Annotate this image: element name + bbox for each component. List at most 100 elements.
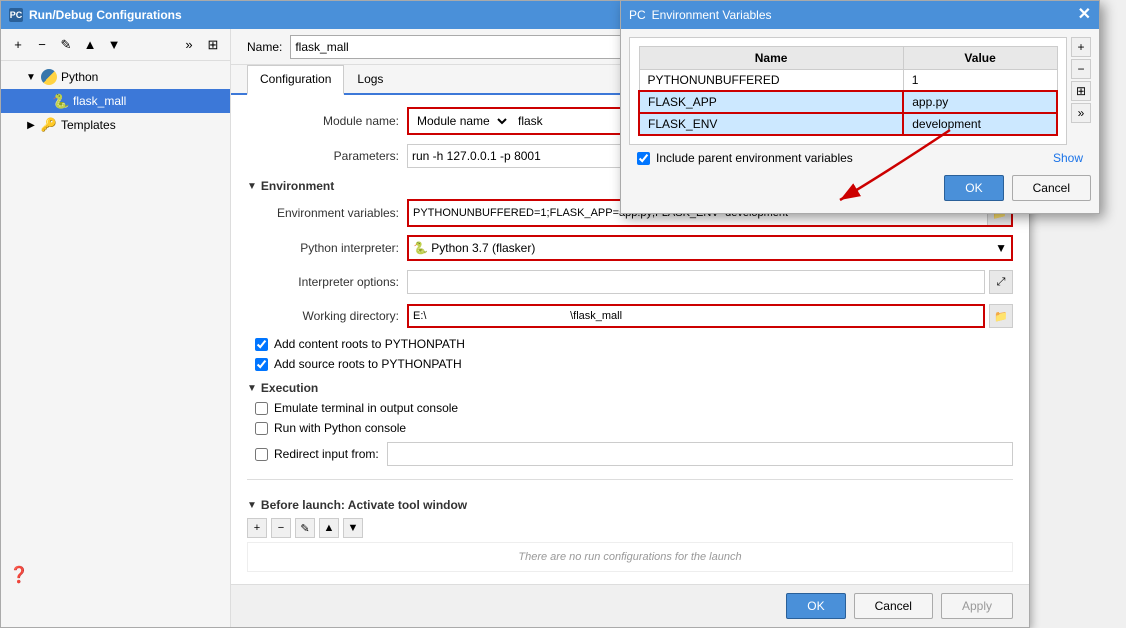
python-interpreter-row: Python interpreter: 🐍 Python 3.7 (flaske…	[247, 235, 1013, 261]
tab-logs[interactable]: Logs	[344, 65, 396, 95]
working-dir-label: Working directory:	[247, 309, 407, 323]
env-table-wrapper: Name Value PYTHONUNBUFFERED 1 FLASK_APP …	[629, 37, 1091, 145]
share-button[interactable]: ⊞	[202, 34, 224, 56]
interpreter-options-label: Interpreter options:	[247, 275, 407, 289]
show-link[interactable]: Show	[1053, 151, 1083, 165]
tab-configuration[interactable]: Configuration	[247, 65, 344, 95]
env-cancel-button[interactable]: Cancel	[1012, 175, 1091, 201]
col-value-header: Value	[903, 47, 1057, 70]
dialog-footer: OK Cancel Apply	[231, 584, 1029, 627]
env-vars-label: Environment variables:	[247, 206, 407, 220]
redirect-input-field[interactable]	[387, 442, 1013, 466]
before-launch-up[interactable]: ▲	[319, 518, 339, 538]
more-button[interactable]: »	[178, 34, 200, 56]
ok-button[interactable]: OK	[786, 593, 845, 619]
include-parent-checkbox[interactable]	[637, 152, 650, 165]
redirect-input-checkbox[interactable]	[255, 448, 268, 461]
environment-section-label: Environment	[261, 179, 334, 193]
main-dialog-title: Run/Debug Configurations	[29, 8, 182, 22]
emulate-terminal-checkbox[interactable]	[255, 402, 268, 415]
module-type-select[interactable]: Module name	[409, 109, 510, 133]
env-row-1-name: PYTHONUNBUFFERED	[639, 70, 903, 92]
env-row-1[interactable]: PYTHONUNBUFFERED 1	[639, 70, 1057, 92]
env-row-3-name: FLASK_ENV	[639, 113, 903, 135]
help-icon[interactable]: ❓	[9, 565, 29, 585]
run-with-python-row: Run with Python console	[247, 421, 1013, 435]
config-tree: ▼ Python 🐍 flask_mall ▶ 🔑 Templates	[1, 61, 230, 627]
env-table: Name Value PYTHONUNBUFFERED 1 FLASK_APP …	[638, 46, 1058, 136]
move-up-button[interactable]: ▲	[79, 34, 101, 56]
add-config-button[interactable]: +	[7, 34, 29, 56]
python-expand-icon[interactable]: ▼	[25, 72, 37, 83]
run-with-python-label: Run with Python console	[274, 421, 406, 435]
name-label: Name:	[247, 40, 282, 54]
execution-section-header: ▼ Execution	[247, 381, 1013, 395]
add-source-roots-label: Add source roots to PYTHONPATH	[274, 357, 462, 371]
run-with-python-checkbox[interactable]	[255, 422, 268, 435]
redirect-input-label: Redirect input from:	[274, 447, 379, 461]
env-remove-button[interactable]: −	[1071, 59, 1091, 79]
env-sidebar-buttons: + − ⊞ »	[1071, 37, 1091, 145]
before-launch-edit[interactable]: ✎	[295, 518, 315, 538]
working-dir-input[interactable]	[407, 304, 985, 328]
interpreter-value: 🐍 Python 3.7 (flasker)	[413, 241, 535, 255]
env-dialog-titlebar: PC Environment Variables ✕	[621, 1, 1099, 29]
working-dir-row: Working directory: 📁	[247, 303, 1013, 329]
working-dir-browse[interactable]: 📁	[989, 304, 1013, 328]
redirect-input-row: Redirect input from:	[247, 441, 1013, 467]
python-interpreter-label: Python interpreter:	[247, 241, 407, 255]
env-expand-icon[interactable]: ▼	[247, 181, 257, 192]
left-toolbar: + − ✎ ▲ ▼ » ⊞	[1, 29, 230, 61]
include-parent-label: Include parent environment variables	[656, 151, 853, 165]
env-dialog-close-button[interactable]: ✕	[1078, 7, 1091, 23]
env-row-3[interactable]: FLASK_ENV development	[639, 113, 1057, 135]
before-launch-header: ▼ Before launch: Activate tool window	[247, 498, 1013, 512]
execution-expand-icon[interactable]: ▼	[247, 383, 257, 394]
env-paste-button[interactable]: »	[1071, 103, 1091, 123]
tree-item-templates[interactable]: ▶ 🔑 Templates	[1, 113, 230, 137]
include-parent-row: Include parent environment variables Sho…	[629, 145, 1091, 171]
main-dialog-icon: PC	[9, 8, 23, 22]
env-add-button[interactable]: +	[1071, 37, 1091, 57]
interpreter-options-expand[interactable]: ⤢	[989, 270, 1013, 294]
env-ok-button[interactable]: OK	[944, 175, 1003, 201]
before-launch-section: ▼ Before launch: Activate tool window + …	[247, 479, 1013, 572]
interpreter-options-row: Interpreter options: ⤢	[247, 269, 1013, 295]
copy-config-button[interactable]: ✎	[55, 34, 77, 56]
env-row-2-value: app.py	[903, 91, 1057, 113]
env-dialog-content: Name Value PYTHONUNBUFFERED 1 FLASK_APP …	[621, 29, 1099, 213]
module-name-label: Module name:	[247, 114, 407, 128]
env-table-container: Name Value PYTHONUNBUFFERED 1 FLASK_APP …	[629, 37, 1067, 145]
env-copy-button[interactable]: ⊞	[1071, 81, 1091, 101]
apply-button[interactable]: Apply	[941, 593, 1013, 619]
before-launch-tip: There are no run configurations for the …	[247, 542, 1013, 572]
emulate-terminal-row: Emulate terminal in output console	[247, 401, 1013, 415]
interpreter-options-input[interactable]	[407, 270, 985, 294]
tree-item-flask-mall[interactable]: 🐍 flask_mall	[1, 89, 230, 113]
tree-item-python[interactable]: ▼ Python	[1, 65, 230, 89]
env-row-2[interactable]: FLASK_APP app.py	[639, 91, 1057, 113]
parameters-label: Parameters:	[247, 149, 407, 163]
move-down-button[interactable]: ▼	[103, 34, 125, 56]
python-icon	[41, 69, 57, 85]
before-launch-down[interactable]: ▼	[343, 518, 363, 538]
env-footer-buttons: OK Cancel	[629, 171, 1091, 205]
templates-icon: 🔑	[41, 117, 57, 133]
before-launch-toolbar: + − ✎ ▲ ▼	[247, 518, 1013, 538]
before-launch-expand-icon[interactable]: ▼	[247, 500, 257, 511]
env-dialog-title: Environment Variables	[652, 8, 772, 22]
emulate-terminal-label: Emulate terminal in output console	[274, 401, 458, 415]
interpreter-dropdown-icon: ▼	[995, 241, 1007, 255]
python-interpreter-select[interactable]: 🐍 Python 3.7 (flasker) ▼	[407, 235, 1013, 261]
before-launch-remove[interactable]: −	[271, 518, 291, 538]
cancel-button[interactable]: Cancel	[854, 593, 933, 619]
env-dialog-icon: PC	[629, 8, 646, 22]
before-launch-add[interactable]: +	[247, 518, 267, 538]
add-source-roots-checkbox[interactable]	[255, 358, 268, 371]
col-name-header: Name	[639, 47, 903, 70]
templates-expand-icon[interactable]: ▶	[25, 120, 37, 131]
remove-config-button[interactable]: −	[31, 34, 53, 56]
add-content-roots-checkbox[interactable]	[255, 338, 268, 351]
env-row-2-name: FLASK_APP	[639, 91, 903, 113]
env-dialog: PC Environment Variables ✕ Name Value PY…	[620, 0, 1100, 214]
